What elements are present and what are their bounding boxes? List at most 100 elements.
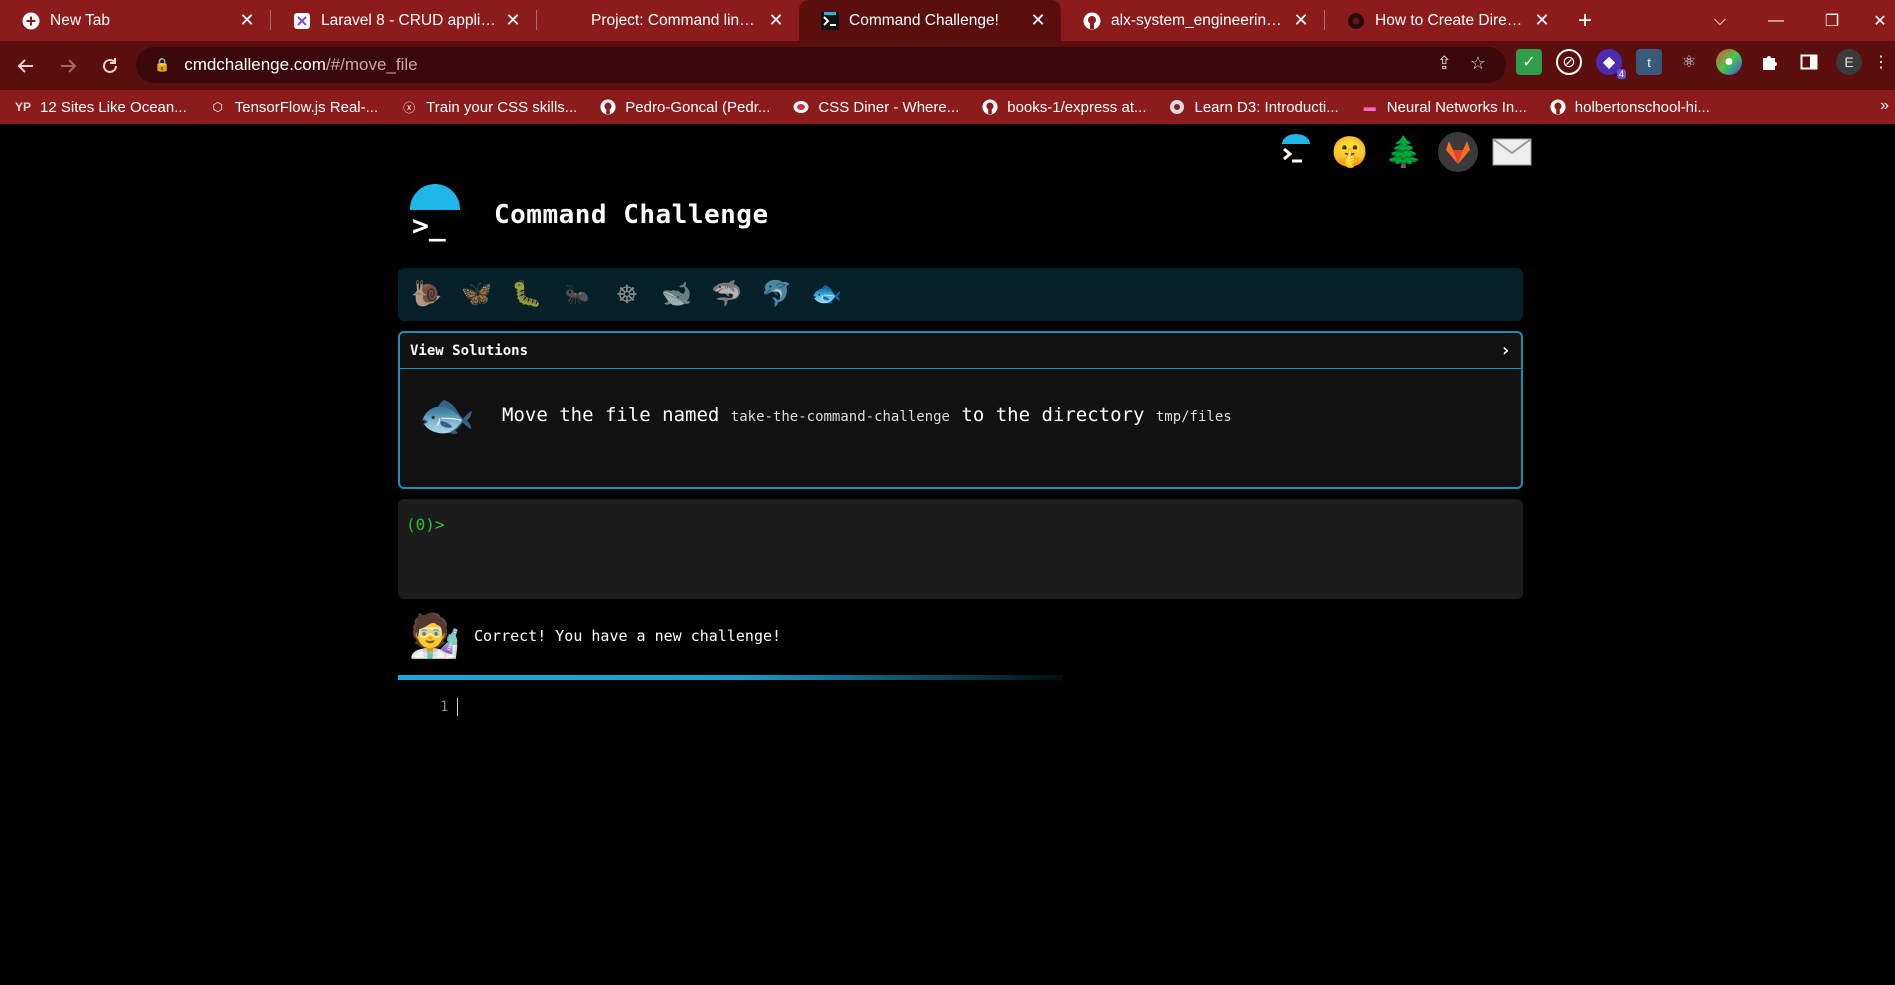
color-picker-extension-icon[interactable]: ● (1716, 49, 1742, 75)
bookmark-label: Neural Networks In... (1386, 98, 1527, 116)
plate-icon (792, 98, 810, 116)
view-solutions-toggle[interactable]: View Solutions › (400, 333, 1521, 369)
challenge-panel: View Solutions › 🐟 Move the file named t… (398, 331, 1523, 489)
level-butterfly-icon[interactable]: 🦋 (460, 278, 494, 312)
progress-bar (398, 675, 1063, 680)
logo-prompt: >_ (412, 209, 446, 242)
fish-icon: 🐟 (418, 388, 476, 441)
tab-create-directories[interactable]: How to Create Directories in ✕ (1325, 0, 1565, 41)
profile-avatar[interactable]: E (1836, 49, 1862, 75)
shush-face-icon[interactable]: 🤫 (1330, 132, 1370, 172)
d3-icon (1168, 98, 1186, 116)
tab-project-command-line[interactable]: Project: Command line for the ✕ (537, 0, 799, 41)
forward-arrow-icon[interactable] (48, 46, 88, 86)
plus-circle-icon (22, 12, 40, 30)
line-number: 1 (440, 699, 449, 715)
scientist-avatar-icon: 🧑‍🔬 (408, 611, 462, 659)
level-whale-icon[interactable]: 🐋 (660, 278, 694, 312)
tab-new-tab[interactable]: New Tab ✕ (0, 0, 270, 41)
minimize-icon[interactable]: — (1748, 0, 1804, 41)
close-icon[interactable]: ✕ (1029, 10, 1047, 31)
text-caret (457, 698, 459, 716)
level-snail-icon[interactable]: 🐌 (410, 278, 444, 312)
bookmarks-overflow-icon[interactable]: » (1880, 97, 1889, 115)
blocker-extension-icon[interactable]: ⊘ (1556, 49, 1582, 75)
github-icon (1083, 12, 1101, 30)
level-fish-icon[interactable]: 🐟 (810, 278, 844, 312)
extensions-puzzle-icon[interactable] (1756, 49, 1782, 75)
bookmark-label: Learn D3: Introducti... (1194, 98, 1339, 116)
tab-command-challenge[interactable]: Command Challenge! ✕ (799, 0, 1061, 41)
terminal-logo-icon[interactable] (1276, 132, 1316, 172)
tab-title: Laravel 8 - CRUD application (321, 11, 496, 29)
level-ship-wheel-icon[interactable]: ☸ (610, 278, 644, 312)
tab-search-chevron-icon[interactable]: ⌵ (1692, 0, 1748, 41)
level-ant-icon[interactable]: 🐜 (560, 278, 594, 312)
reload-icon[interactable] (90, 46, 130, 86)
challenge-text-part: to the directory (949, 404, 1156, 426)
site-header: >_ Command Challenge (408, 184, 769, 242)
react-extension-icon[interactable]: ⚛ (1676, 49, 1702, 75)
level-shark-icon[interactable]: 🦈 (710, 278, 744, 312)
github-icon (1549, 98, 1567, 116)
close-icon[interactable]: ✕ (504, 10, 522, 31)
back-arrow-icon[interactable] (6, 46, 46, 86)
bookmark-item[interactable]: Pedro-Goncal (Pedr... (599, 98, 770, 116)
editor[interactable]: 1 (440, 698, 459, 716)
terminal-input[interactable]: (0)> (398, 499, 1523, 599)
share-icon[interactable]: ⇪ (1437, 53, 1452, 74)
new-tab-button[interactable]: + (1565, 0, 1605, 41)
side-panel-icon[interactable] (1796, 49, 1822, 75)
github-icon (599, 98, 617, 116)
terminal-logo-icon[interactable]: >_ (408, 184, 462, 242)
bookmark-item[interactable]: ⓧ Train your CSS skills... (400, 98, 577, 116)
chevron-right-icon[interactable]: › (1500, 340, 1511, 361)
bookmark-label: books-1/express at... (1007, 98, 1147, 116)
level-dolphin-icon[interactable]: 🐬 (760, 278, 794, 312)
url-host: cmdchallenge.com (184, 55, 326, 74)
bookmark-item[interactable]: ⬡ TensorFlow.js Real-... (209, 98, 379, 116)
tab-title: New Tab (50, 11, 111, 29)
close-window-icon[interactable]: ✕ (1852, 0, 1895, 41)
bookmark-item[interactable]: Learn D3: Introducti... (1168, 98, 1339, 116)
bookmark-item[interactable]: holbertonschool-hi... (1549, 98, 1710, 116)
address-bar[interactable]: 🔒 cmdchallenge.com /#/move_file ⇪ ☆ (136, 47, 1506, 83)
close-icon[interactable]: ✕ (1292, 10, 1310, 31)
bookmark-label: holbertonschool-hi... (1574, 98, 1710, 116)
yp-icon: YP (14, 100, 31, 114)
level-caterpillar-icon[interactable]: 🐛 (510, 278, 544, 312)
tab-title: How to Create Directories in (1375, 11, 1525, 29)
bookmark-item[interactable]: CSS Diner - Where... (792, 98, 959, 116)
laravel-icon (293, 12, 311, 30)
terminal-icon (821, 11, 839, 30)
tab-title: alx-system_engineering-devops (1111, 11, 1284, 29)
bookmark-item[interactable]: books-1/express at... (981, 98, 1146, 116)
circle-x-icon: ⓧ (403, 100, 416, 115)
bookmark-label: Pedro-Goncal (Pedr... (625, 98, 771, 116)
close-icon[interactable]: ✕ (238, 10, 256, 31)
puzzle-badge-extension-icon[interactable]: ◆ 4 (1596, 49, 1626, 79)
tree-icon[interactable]: 🌲 (1384, 132, 1424, 172)
bookmark-item[interactable]: ▬ Neural Networks In... (1361, 98, 1527, 116)
tab-strip: New Tab ✕ Laravel 8 - CRUD application ✕… (0, 0, 1895, 41)
gear-icon (1347, 12, 1365, 30)
close-icon[interactable]: ✕ (767, 10, 785, 31)
more-menu-icon[interactable]: ⋮ (1873, 49, 1889, 75)
challenge-description: Move the file named take-the-command-cha… (502, 404, 1232, 426)
bookmark-star-icon[interactable]: ☆ (1470, 53, 1486, 74)
top-links: 🤫 🌲 (1276, 132, 1532, 172)
bookmark-label: 12 Sites Like Ocean... (40, 98, 187, 116)
tab-alx-github[interactable]: alx-system_engineering-devops ✕ (1061, 0, 1324, 41)
tab-laravel[interactable]: Laravel 8 - CRUD application ✕ (271, 0, 536, 41)
lock-icon[interactable]: 🔒 (154, 57, 170, 73)
tumblr-extension-icon[interactable]: t (1636, 49, 1662, 75)
feedback-text: Correct! You have a new challenge! (474, 627, 782, 645)
mail-icon[interactable] (1492, 132, 1532, 172)
tab-title: Project: Command line for the (591, 11, 759, 29)
url-path: /#/move_file (325, 55, 418, 74)
bookmark-item[interactable]: YP 12 Sites Like Ocean... (14, 98, 187, 116)
gitlab-icon[interactable] (1438, 132, 1478, 172)
shield-extension-icon[interactable]: ✓ (1516, 49, 1542, 75)
terminal-prompt: (0)> (406, 515, 445, 534)
close-icon[interactable]: ✕ (1533, 10, 1551, 31)
